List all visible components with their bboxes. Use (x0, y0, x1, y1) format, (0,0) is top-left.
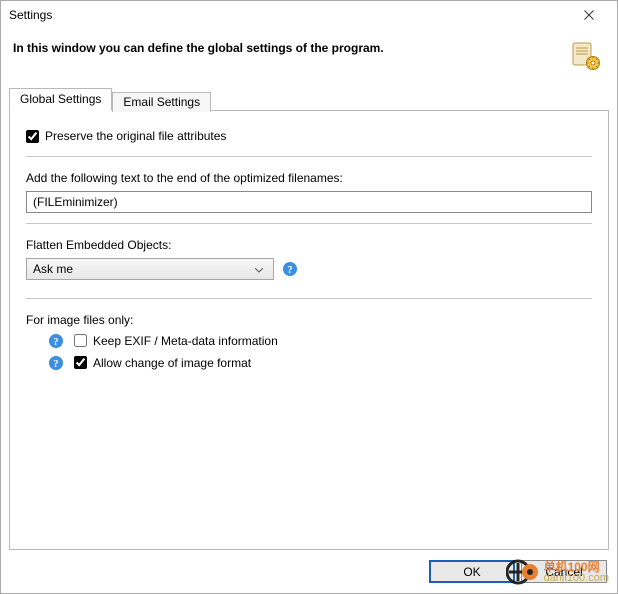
tab-label: Email Settings (123, 95, 200, 109)
keep-exif-input[interactable] (74, 334, 87, 347)
help-icon[interactable]: ? (48, 333, 64, 349)
image-section-heading: For image files only: (26, 313, 133, 327)
ok-button-label: OK (463, 565, 480, 579)
chevron-down-icon (251, 262, 267, 276)
allow-change-format-checkbox[interactable]: Allow change of image format (74, 356, 251, 370)
keep-exif-label: Keep EXIF / Meta-data information (93, 334, 278, 348)
close-icon (584, 10, 594, 20)
settings-gear-icon (569, 39, 601, 71)
divider (26, 156, 592, 157)
suffix-label: Add the following text to the end of the… (26, 171, 343, 185)
tab-email-settings[interactable]: Email Settings (112, 92, 211, 112)
tab-panel-global: Preserve the original file attributes Ad… (9, 110, 609, 550)
help-icon[interactable]: ? (48, 355, 64, 371)
svg-text:?: ? (287, 264, 293, 276)
preserve-attributes-checkbox[interactable]: Preserve the original file attributes (26, 129, 226, 143)
svg-text:?: ? (53, 336, 59, 348)
cancel-button-label: Cancel (545, 565, 582, 579)
header-text: In this window you can define the global… (13, 39, 569, 55)
header: In this window you can define the global… (1, 29, 617, 89)
help-icon[interactable]: ? (282, 261, 298, 277)
flatten-label: Flatten Embedded Objects: (26, 238, 171, 252)
keep-exif-checkbox[interactable]: Keep EXIF / Meta-data information (74, 334, 278, 348)
preserve-attributes-input[interactable] (26, 130, 39, 143)
close-button[interactable] (569, 3, 609, 27)
allow-change-format-label: Allow change of image format (93, 356, 251, 370)
suffix-input[interactable] (26, 191, 592, 213)
flatten-selected-value: Ask me (33, 262, 251, 276)
tab-global-settings[interactable]: Global Settings (9, 88, 112, 111)
ok-button[interactable]: OK (429, 560, 515, 583)
dialog-footer: OK Cancel 单机100网 danji100.com (1, 550, 617, 593)
titlebar: Settings (1, 1, 617, 29)
preserve-attributes-label: Preserve the original file attributes (45, 129, 226, 143)
settings-window: Settings In this window you can define t… (0, 0, 618, 594)
divider (26, 223, 592, 224)
tabstrip: Global Settings Email Settings (9, 89, 609, 111)
tabs-region: Global Settings Email Settings Preserve … (9, 89, 609, 550)
cancel-button[interactable]: Cancel (521, 560, 607, 583)
svg-text:?: ? (53, 358, 59, 370)
allow-change-format-input[interactable] (74, 356, 87, 369)
window-title: Settings (9, 8, 569, 22)
flatten-select[interactable]: Ask me (26, 258, 274, 280)
tab-label: Global Settings (20, 92, 101, 106)
divider (26, 298, 592, 299)
